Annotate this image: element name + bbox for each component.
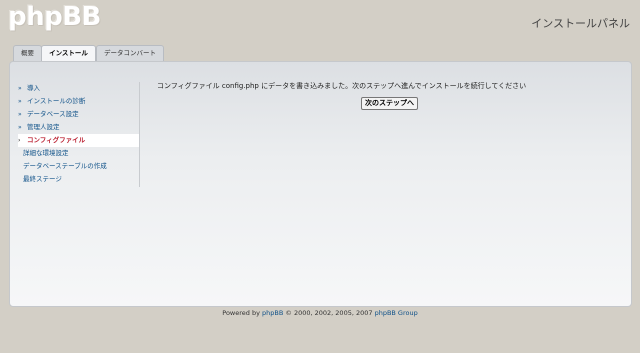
status-message: コンフィグファイル config.php にデータを書き込みました。次のステップ… — [157, 82, 527, 90]
step-advanced: 詳細な環境設定 — [18, 147, 139, 160]
arrow-right-icon: › — [18, 137, 21, 144]
step-label: コンフィグファイル — [27, 136, 86, 144]
footer-prefix: Powered by — [222, 309, 263, 317]
next-step-button[interactable]: 次のステップへ — [361, 97, 418, 110]
step-requirements[interactable]: » インストールの診断 — [18, 95, 139, 108]
footer-copyright: © 2000, 2002, 2005, 2007 — [283, 309, 375, 317]
step-database[interactable]: » データベース設定 — [18, 108, 139, 121]
phpbb-group-link[interactable]: phpBB Group — [375, 309, 418, 317]
step-label: 管理人設定 — [27, 123, 60, 131]
step-intro[interactable]: » 導入 — [18, 82, 139, 95]
install-steps-menu: » 導入 » インストールの診断 » データベース設定 » 管理人設定 › コンフィグファ… — [18, 82, 139, 186]
install-panel: » 導入 » インストールの診断 » データベース設定 » 管理人設定 › コンフィグファ… — [9, 61, 632, 307]
step-final: 最終ステージ — [18, 173, 139, 186]
tab-convert[interactable]: データコンバート — [96, 45, 164, 61]
step-label: インストールの診断 — [27, 97, 86, 105]
step-create-tables: データベーステーブルの作成 — [18, 160, 139, 173]
tab-overview[interactable]: 概要 — [13, 45, 42, 61]
check-icon: » — [18, 111, 22, 118]
check-icon: » — [18, 85, 22, 92]
panel-title: インストールパネル — [531, 17, 630, 30]
menu-divider — [139, 82, 140, 187]
step-config-file[interactable]: › コンフィグファイル — [18, 134, 139, 147]
footer: Powered by phpBB © 2000, 2002, 2005, 200… — [0, 309, 640, 317]
step-label: データベーステーブルの作成 — [23, 162, 107, 170]
step-label: 最終ステージ — [23, 175, 62, 183]
phpbb-link[interactable]: phpBB — [262, 309, 283, 317]
check-icon: » — [18, 98, 22, 105]
tab-install[interactable]: インストール — [41, 45, 96, 62]
step-label: 詳細な環境設定 — [23, 149, 69, 157]
phpbb-logo: phpBB — [8, 2, 101, 32]
step-label: 導入 — [27, 84, 40, 92]
check-icon: » — [18, 124, 22, 131]
step-admin[interactable]: » 管理人設定 — [18, 121, 139, 134]
step-label: データベース設定 — [27, 110, 79, 118]
